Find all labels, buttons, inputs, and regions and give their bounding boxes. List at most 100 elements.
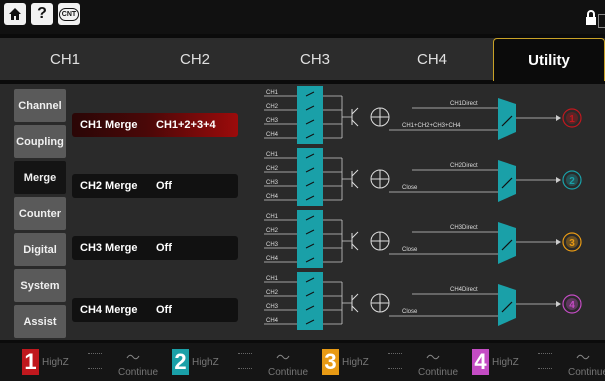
sidebar-item-system[interactable]: System [14,269,66,302]
switch-bank [297,86,323,144]
sidebar-item-assist[interactable]: Assist [14,305,66,338]
tab-label: Utility [528,51,570,69]
input-label: CH3 [266,242,279,248]
sidebar-item-label: Coupling [16,135,64,148]
input-label: CH2 [266,290,279,296]
merge-value: Off [156,180,172,192]
output-mux [498,284,516,326]
sidebar-item-label: System [20,279,60,292]
tab-label: CH3 [299,50,330,68]
input-label: CH4 [266,318,279,324]
waveform-icon [426,354,440,360]
top-toolbar: ? CNT [0,0,605,34]
switch-bank [297,148,323,206]
sidebar-item-digital[interactable]: Digital [14,233,66,266]
counter-button[interactable]: CNT [58,3,80,25]
combined-label: Close [402,309,418,315]
input-label: CH3 [266,118,279,124]
output-mux [498,160,516,202]
merge-block: CH1 CH2 CH3 CH4 Close CH2Direct 2 [264,148,582,206]
input-label: CH1 [266,152,279,158]
merge-label: CH3 Merge [80,242,138,254]
input-label: CH3 [266,304,279,310]
help-label: ? [37,5,47,22]
help-button[interactable]: ? [31,3,53,25]
merge-label: CH4 Merge [80,304,138,316]
output-channel-number: 4 [569,300,575,311]
tab-ch4[interactable]: CH4 [372,38,492,80]
sidebar-item-channel[interactable]: Channel [14,89,66,122]
input-label: CH2 [266,104,279,110]
input-label: CH2 [266,228,279,234]
input-label: CH4 [266,194,279,200]
divider-dots-icon [238,353,252,369]
tab-label: CH4 [416,50,447,68]
output-channel-number: 3 [569,238,575,249]
output-channel-number: 1 [569,114,575,125]
merge-label: CH1 Merge [80,119,138,131]
usb-icon [598,14,605,28]
sidebar-item-merge[interactable]: Merge [14,161,66,194]
channel-status-group[interactable]: 1 HighZ Continue [0,343,158,381]
channel-status-bar: 1 HighZ Continue 2 HighZ Continue 3 HighZ Contin… [0,343,605,381]
divider-dots-icon [538,353,552,369]
channel-number-badge: 2 [172,349,189,375]
sidebar-item-counter[interactable]: Counter [14,197,66,230]
tab-utility[interactable]: Utility [493,38,605,81]
amp-symbol [351,305,359,313]
load-label: HighZ [42,357,69,368]
sidebar-item-label: Counter [18,207,62,220]
sidebar-item-coupling[interactable]: Coupling [14,125,66,158]
output-channel-number: 2 [569,176,575,187]
direct-label: CH4Direct [450,287,478,293]
divider-dots-icon [388,353,402,369]
load-label: HighZ [492,357,519,368]
ch3-merge-field[interactable]: CH3 Merge Off [72,236,238,260]
tab-ch1[interactable]: CH1 [10,38,120,80]
arrow-icon [556,301,561,307]
switch-bank [297,272,323,330]
amp-symbol [351,293,359,301]
amp-symbol [351,107,359,115]
input-label: CH1 [266,276,279,282]
channel-number-badge: 4 [472,349,489,375]
waveform-icon [576,354,590,360]
combined-label: CH1+CH2+CH3+CH4 [402,123,461,129]
utility-sidebar: Channel Coupling Merge Counter Digital S… [14,89,66,339]
waveform-icon [126,354,140,360]
direct-label: CH3Direct [450,225,478,231]
channel-status-group[interactable]: 2 HighZ Continue [150,343,308,381]
merge-value: Off [156,242,172,254]
direct-label: CH2Direct [450,163,478,169]
waveform-icon [276,354,290,360]
tab-ch2[interactable]: CH2 [135,38,255,80]
arrow-icon [556,239,561,245]
channel-status-group[interactable]: 4 HighZ Continue [450,343,605,381]
input-label: CH1 [266,214,279,220]
merge-label: CH2 Merge [80,180,138,192]
merge-block: CH1 CH2 CH3 CH4 CH1+CH2+CH3+CH4 CH1Direct 1 [264,86,582,144]
tab-label: CH1 [49,50,80,68]
ch4-merge-field[interactable]: CH4 Merge Off [72,298,238,322]
amp-symbol [351,181,359,189]
arrow-icon [556,177,561,183]
lock-icon [586,10,596,25]
direct-label: CH1Direct [450,101,478,107]
output-mux [498,98,516,140]
sidebar-item-label: Assist [23,315,57,328]
channel-status-group[interactable]: 3 HighZ Continue [300,343,458,381]
cnt-label: CNT [58,7,80,21]
input-label: CH4 [266,256,279,262]
tab-label: CH2 [179,50,210,68]
combined-label: Close [402,185,418,191]
tab-ch3[interactable]: CH3 [255,38,375,80]
output-mux [498,222,516,264]
sidebar-item-label: Channel [18,99,62,112]
ch2-merge-field[interactable]: CH2 Merge Off [72,174,238,198]
switch-bank [297,210,323,268]
ch1-merge-field[interactable]: CH1 Merge CH1+2+3+4 [72,113,238,137]
amp-symbol [351,119,359,127]
load-label: HighZ [192,357,219,368]
home-button[interactable] [4,3,26,25]
input-label: CH4 [266,132,279,138]
